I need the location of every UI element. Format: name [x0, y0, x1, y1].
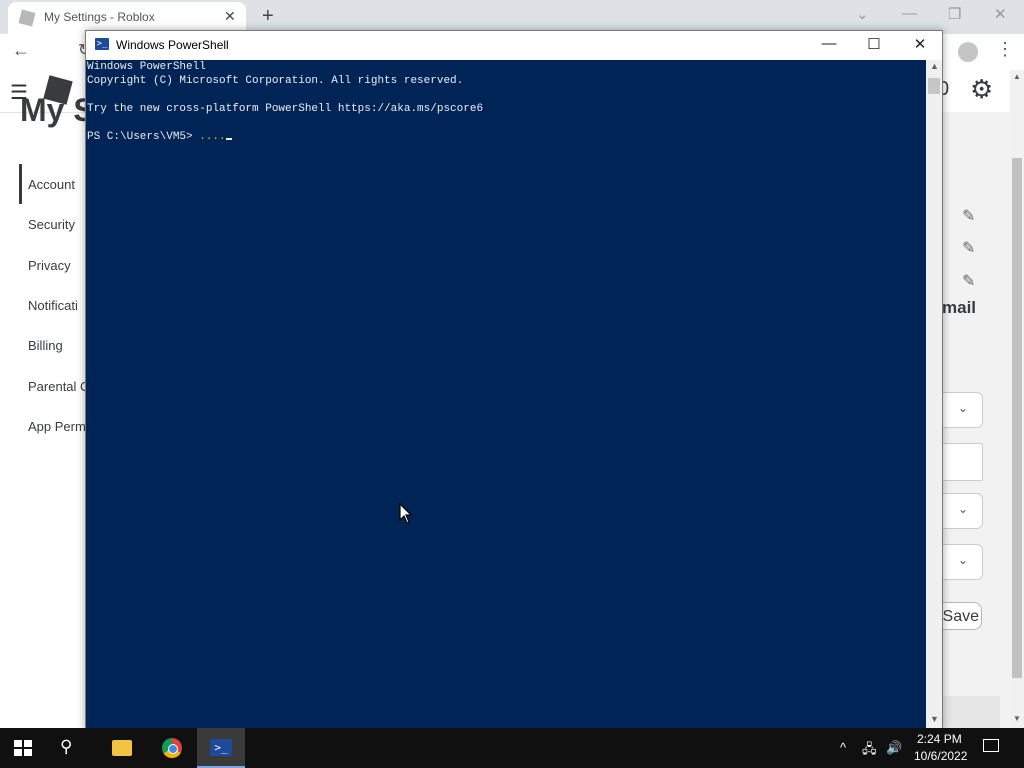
powershell-titlebar[interactable]: >_ Windows PowerShell — ☐ ✕ [86, 31, 942, 60]
nav-item-notifications[interactable]: Notificati [28, 298, 78, 313]
search-icon[interactable]: ⚲ [60, 737, 72, 757]
powershell-icon: >_ [95, 38, 109, 50]
console-prompt-line[interactable]: PS C:\Users\VM5> .... [87, 131, 232, 143]
page-title: My S [20, 92, 95, 128]
powershell-close-button[interactable]: ✕ [905, 35, 935, 53]
dropdown-select[interactable]: ⌄ [942, 392, 983, 428]
browser-menu-icon[interactable]: ⋮ [996, 39, 1014, 60]
powershell-maximize-button[interactable]: ☐ [859, 35, 889, 53]
scrollbar-thumb[interactable] [928, 78, 940, 94]
chevron-down-icon: ⌄ [958, 553, 969, 567]
profile-avatar-icon[interactable] [958, 42, 978, 62]
windows-taskbar: ⚲ >_ ^ 🖧 🔊 2:24 PM 10/6/2022 [0, 728, 1024, 768]
chevron-down-icon: ⌄ [958, 502, 969, 516]
console-line: Windows PowerShell [87, 61, 206, 73]
browser-minimize-button[interactable]: — [902, 5, 917, 22]
tab-search-chevron-icon[interactable]: ⌄ [856, 5, 869, 23]
dropdown-select[interactable]: ⌄ [942, 544, 983, 580]
scroll-up-arrow-icon[interactable]: ▲ [930, 61, 939, 71]
back-arrow-icon[interactable]: ← [12, 40, 30, 61]
email-label: mail [942, 298, 977, 317]
tab-title: My Settings - Roblox [44, 10, 155, 24]
console-input[interactable]: .... [199, 131, 225, 143]
network-icon[interactable]: 🖧 [862, 740, 877, 762]
settings-content-edge: ✎ ✎ ✎ mail ⌄ ⌄ ⌄ Save [942, 112, 1010, 728]
gear-icon[interactable]: ⚙ [970, 74, 993, 105]
powershell-title: Windows PowerShell [116, 38, 229, 52]
file-explorer-taskbar-button[interactable] [98, 728, 146, 768]
tray-chevron-icon[interactable]: ^ [840, 740, 846, 755]
nav-active-indicator [19, 164, 22, 204]
page-scrollbar[interactable]: ▲ ▼ [1010, 70, 1024, 728]
windows-start-icon[interactable] [14, 740, 32, 756]
edit-icon[interactable]: ✎ [962, 206, 975, 226]
nav-item-billing[interactable]: Billing [28, 338, 63, 353]
nav-item-parental-controls[interactable]: Parental C [28, 379, 89, 394]
powershell-window[interactable]: >_ Windows PowerShell — ☐ ✕ Windows Powe… [85, 30, 943, 730]
text-input-field[interactable] [942, 443, 983, 481]
edit-icon[interactable]: ✎ [962, 271, 975, 291]
tab-strip: My Settings - Roblox ✕ + ⌄ — ❐ ✕ [0, 0, 1024, 34]
notification-center-icon[interactable] [983, 739, 999, 752]
tab-close-icon[interactable]: ✕ [224, 8, 236, 25]
new-tab-button[interactable]: + [262, 5, 274, 28]
dropdown-select[interactable]: ⌄ [942, 493, 983, 529]
nav-item-privacy[interactable]: Privacy [28, 258, 71, 273]
powershell-icon: >_ [210, 739, 232, 756]
browser-close-button[interactable]: ✕ [994, 5, 1007, 23]
nav-item-security[interactable]: Security [28, 217, 75, 232]
powershell-minimize-button[interactable]: — [814, 35, 844, 52]
scroll-up-arrow-icon[interactable]: ▲ [1013, 72, 1021, 81]
edit-icon[interactable]: ✎ [962, 238, 975, 258]
powershell-taskbar-button[interactable]: >_ [197, 728, 245, 768]
chevron-down-icon: ⌄ [958, 401, 969, 415]
volume-icon[interactable]: 🔊 [886, 740, 902, 756]
browser-restore-button[interactable]: ❐ [948, 5, 961, 23]
chrome-taskbar-button[interactable] [148, 728, 196, 768]
clock-time[interactable]: 2:24 PM [917, 732, 962, 746]
console-line: Copyright (C) Microsoft Corporation. All… [87, 75, 464, 87]
scrollbar-thumb[interactable] [1012, 158, 1022, 678]
footer-bar [942, 696, 1000, 728]
settings-nav: Account Security Privacy Notificati Bill… [19, 164, 89, 448]
console-prompt: PS C:\Users\VM5> [87, 131, 200, 143]
nav-item-app-permissions[interactable]: App Perm [28, 419, 86, 434]
scroll-down-arrow-icon[interactable]: ▼ [930, 714, 939, 724]
powershell-console[interactable]: Windows PowerShell Copyright (C) Microso… [86, 60, 926, 729]
console-line: Try the new cross-platform PowerShell ht… [87, 103, 484, 115]
clock-date[interactable]: 10/6/2022 [914, 749, 967, 763]
powershell-scrollbar[interactable]: ▲ ▼ [926, 60, 942, 729]
folder-icon [112, 740, 132, 756]
scroll-down-arrow-icon[interactable]: ▼ [1013, 714, 1021, 723]
text-cursor [225, 138, 232, 140]
nav-item-account[interactable]: Account [28, 177, 75, 192]
save-button[interactable]: Save [942, 602, 982, 630]
roblox-favicon-icon [18, 9, 36, 27]
